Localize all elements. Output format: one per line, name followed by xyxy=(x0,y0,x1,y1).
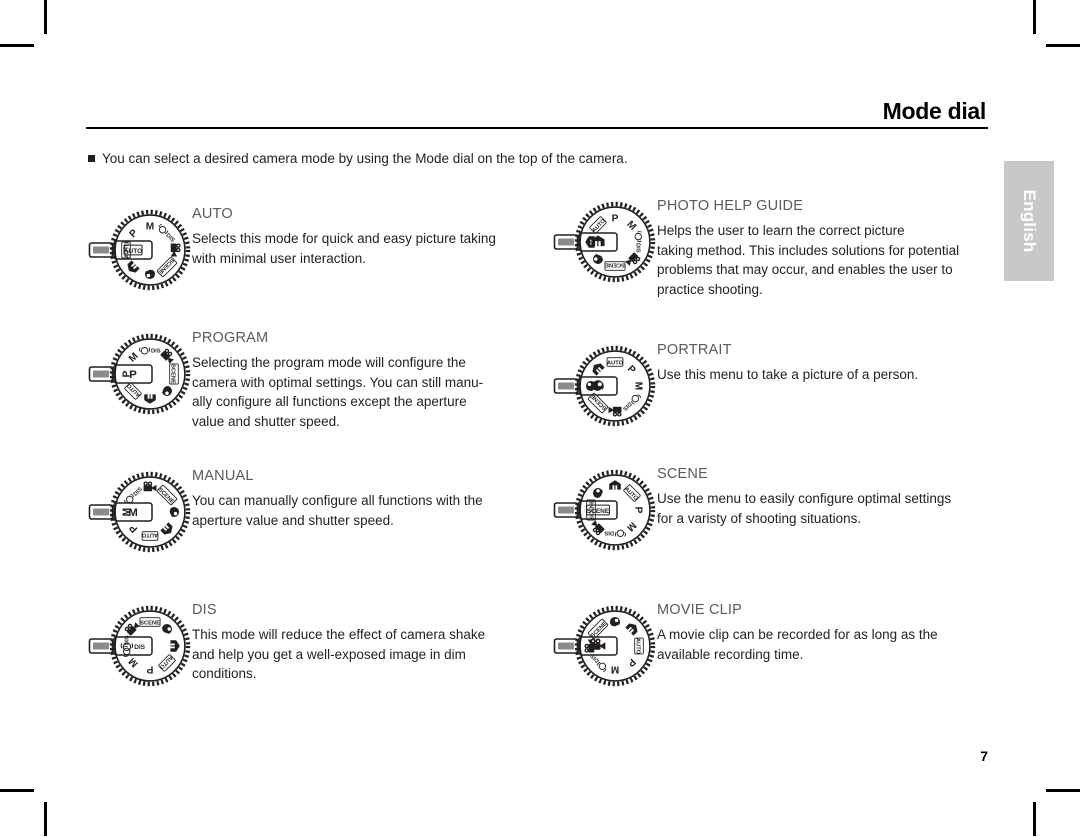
mode-body-line: ally configure all functions except the … xyxy=(192,394,467,409)
mode-body-portrait: Use this menu to take a picture of a per… xyxy=(657,365,918,385)
svg-text:SCENE: SCENE xyxy=(169,364,175,384)
svg-text:P: P xyxy=(632,507,643,514)
svg-text:SCENE: SCENE xyxy=(140,621,160,627)
mode-body-line: You can manually configure all functions… xyxy=(192,493,483,508)
mode-body-line: and help you get a well-exposed image in… xyxy=(192,646,466,662)
svg-text:M: M xyxy=(632,382,643,390)
mode-title-dis: DIS xyxy=(192,602,217,618)
crop-mark-bottom-right-vertical xyxy=(1033,802,1036,836)
mode-dial-illustration-movie-clip: AUTO P M DIS SCENE xyxy=(553,600,657,692)
mode-body-line: camera with optimal settings. You can st… xyxy=(192,374,484,390)
mode-body-line: practice shooting. xyxy=(657,281,763,297)
mode-body-dis: This mode will reduce the effect of came… xyxy=(192,625,485,684)
mode-dial-illustration-manual: AUTO P M DIS SCENE M xyxy=(88,466,192,558)
mode-dial-illustration-auto: AUTO P M DIS SCENE AUTO xyxy=(88,204,192,296)
intro-text: You can select a desired camera mode by … xyxy=(102,151,628,166)
mode-body-manual: You can manually configure all functions… xyxy=(192,491,483,530)
mode-description-auto: AUTO Selects this mode for quick and easy… xyxy=(192,204,496,268)
square-bullet-icon xyxy=(88,155,95,162)
svg-text:DIS: DIS xyxy=(634,243,640,253)
mode-body-program: Selecting the program mode will configur… xyxy=(192,353,483,431)
mode-body-line: taking method. This includes solutions f… xyxy=(657,242,960,258)
crop-mark-top-left-horizontal xyxy=(0,44,34,47)
mode-body-line: with minimal user interaction. xyxy=(192,250,367,266)
svg-text:DIS: DIS xyxy=(604,529,614,535)
mode-body-line: Selecting the program mode will configur… xyxy=(192,355,466,370)
mode-title-program: PROGRAM xyxy=(192,330,269,346)
mode-description-portrait: PORTRAIT Use this menu to take a picture … xyxy=(657,340,918,385)
mode-description-movie-clip: MOVIE CLIP A movie clip can be recorded f… xyxy=(657,600,938,664)
header-divider xyxy=(86,127,988,129)
svg-text:SCENE: SCENE xyxy=(587,508,610,515)
mode-dial-illustration-scene: AUTO P M DIS SCENE SCENE xyxy=(553,464,657,556)
mode-body-line: value and shutter speed. xyxy=(192,413,340,429)
svg-text:AUTO: AUTO xyxy=(124,248,142,255)
crop-mark-top-right-vertical xyxy=(1033,0,1036,34)
mode-dial-illustration-dis: AUTO P M DIS SCENE DIS xyxy=(88,600,192,692)
page-number: 7 xyxy=(980,748,988,764)
mode-description-program: PROGRAM Selecting the program mode will c… xyxy=(192,328,483,431)
crop-mark-bottom-left-horizontal xyxy=(0,789,34,792)
crop-mark-bottom-left-vertical xyxy=(44,802,47,836)
mode-dial-illustration-portrait: AUTO P M DIS SCENE xyxy=(553,340,657,432)
manual-page: Mode dial You can select a desired camer… xyxy=(0,0,1080,837)
svg-text:P: P xyxy=(146,663,153,674)
mode-body-scene: Use the menu to easily configure optimal… xyxy=(657,489,951,528)
mode-description-manual: MANUAL You can manually configure all fun… xyxy=(192,466,483,530)
mode-dial-illustration-photo-help-guide: AUTO P M DIS SCENE xyxy=(553,196,657,288)
mode-body-line: Use the menu to easily configure optimal… xyxy=(657,491,952,506)
mode-title-movie-clip: MOVIE CLIP xyxy=(657,602,742,618)
mode-body-photo-help-guide: Helps the user to learn the correct pict… xyxy=(657,221,959,299)
mode-title-auto: AUTO xyxy=(192,206,233,222)
mode-body-line: Selects this mode for quick and easy pic… xyxy=(192,231,496,246)
svg-text:DIS: DIS xyxy=(151,349,161,355)
svg-text:DIS: DIS xyxy=(134,644,146,651)
mode-title-portrait: PORTRAIT xyxy=(657,342,732,358)
mode-body-line: aperture value and shutter speed. xyxy=(192,512,394,528)
mode-description-photo-help-guide: PHOTO HELP GUIDE Helps the user to learn … xyxy=(657,196,959,299)
crop-mark-top-left-vertical xyxy=(44,0,47,34)
svg-text:AUTO: AUTO xyxy=(634,638,640,655)
mode-dial-illustration-program: AUTO P M DIS SCENE P xyxy=(88,328,192,420)
svg-text:M: M xyxy=(128,507,138,519)
mode-body-movie-clip: A movie clip can be recorded for as long… xyxy=(657,625,938,664)
svg-text:P: P xyxy=(612,214,619,225)
mode-title-manual: MANUAL xyxy=(192,468,254,484)
svg-text:M: M xyxy=(146,222,154,233)
mode-body-line: available recording time. xyxy=(657,646,804,662)
page-header: Mode dial xyxy=(86,98,988,129)
language-tab-label: English xyxy=(1020,189,1039,253)
page-title: Mode dial xyxy=(882,98,987,124)
svg-text:AUTO: AUTO xyxy=(607,361,624,367)
mode-body-line: for a varisty of shooting situations. xyxy=(657,510,862,526)
mode-body-line: A movie clip can be recorded for as long… xyxy=(657,627,938,642)
mode-body-line: problems that may occur, and enables the… xyxy=(657,262,953,277)
mode-title-scene: SCENE xyxy=(657,466,708,482)
mode-description-scene: SCENE Use the menu to easily configure op… xyxy=(657,464,951,528)
mode-body-auto: Selects this mode for quick and easy pic… xyxy=(192,229,496,268)
svg-text:M: M xyxy=(611,663,619,674)
svg-text:AUTO: AUTO xyxy=(141,531,158,537)
svg-text:P: P xyxy=(129,369,137,381)
mode-description-dis: DIS This mode will reduce the effect of c… xyxy=(192,600,485,684)
mode-title-photo-help-guide: PHOTO HELP GUIDE xyxy=(657,198,804,214)
crop-mark-bottom-right-horizontal xyxy=(1046,789,1080,792)
mode-body-line: conditions. xyxy=(192,666,257,681)
mode-body-line: Use this menu to take a picture of a per… xyxy=(657,367,919,382)
svg-text:SCENE: SCENE xyxy=(605,261,625,267)
crop-mark-top-right-horizontal xyxy=(1046,44,1080,47)
language-tab: English xyxy=(1004,161,1054,281)
mode-body-line: This mode will reduce the effect of came… xyxy=(192,627,486,642)
intro-paragraph: You can select a desired camera mode by … xyxy=(88,150,628,168)
mode-body-line: Helps the user to learn the correct pict… xyxy=(657,223,905,238)
